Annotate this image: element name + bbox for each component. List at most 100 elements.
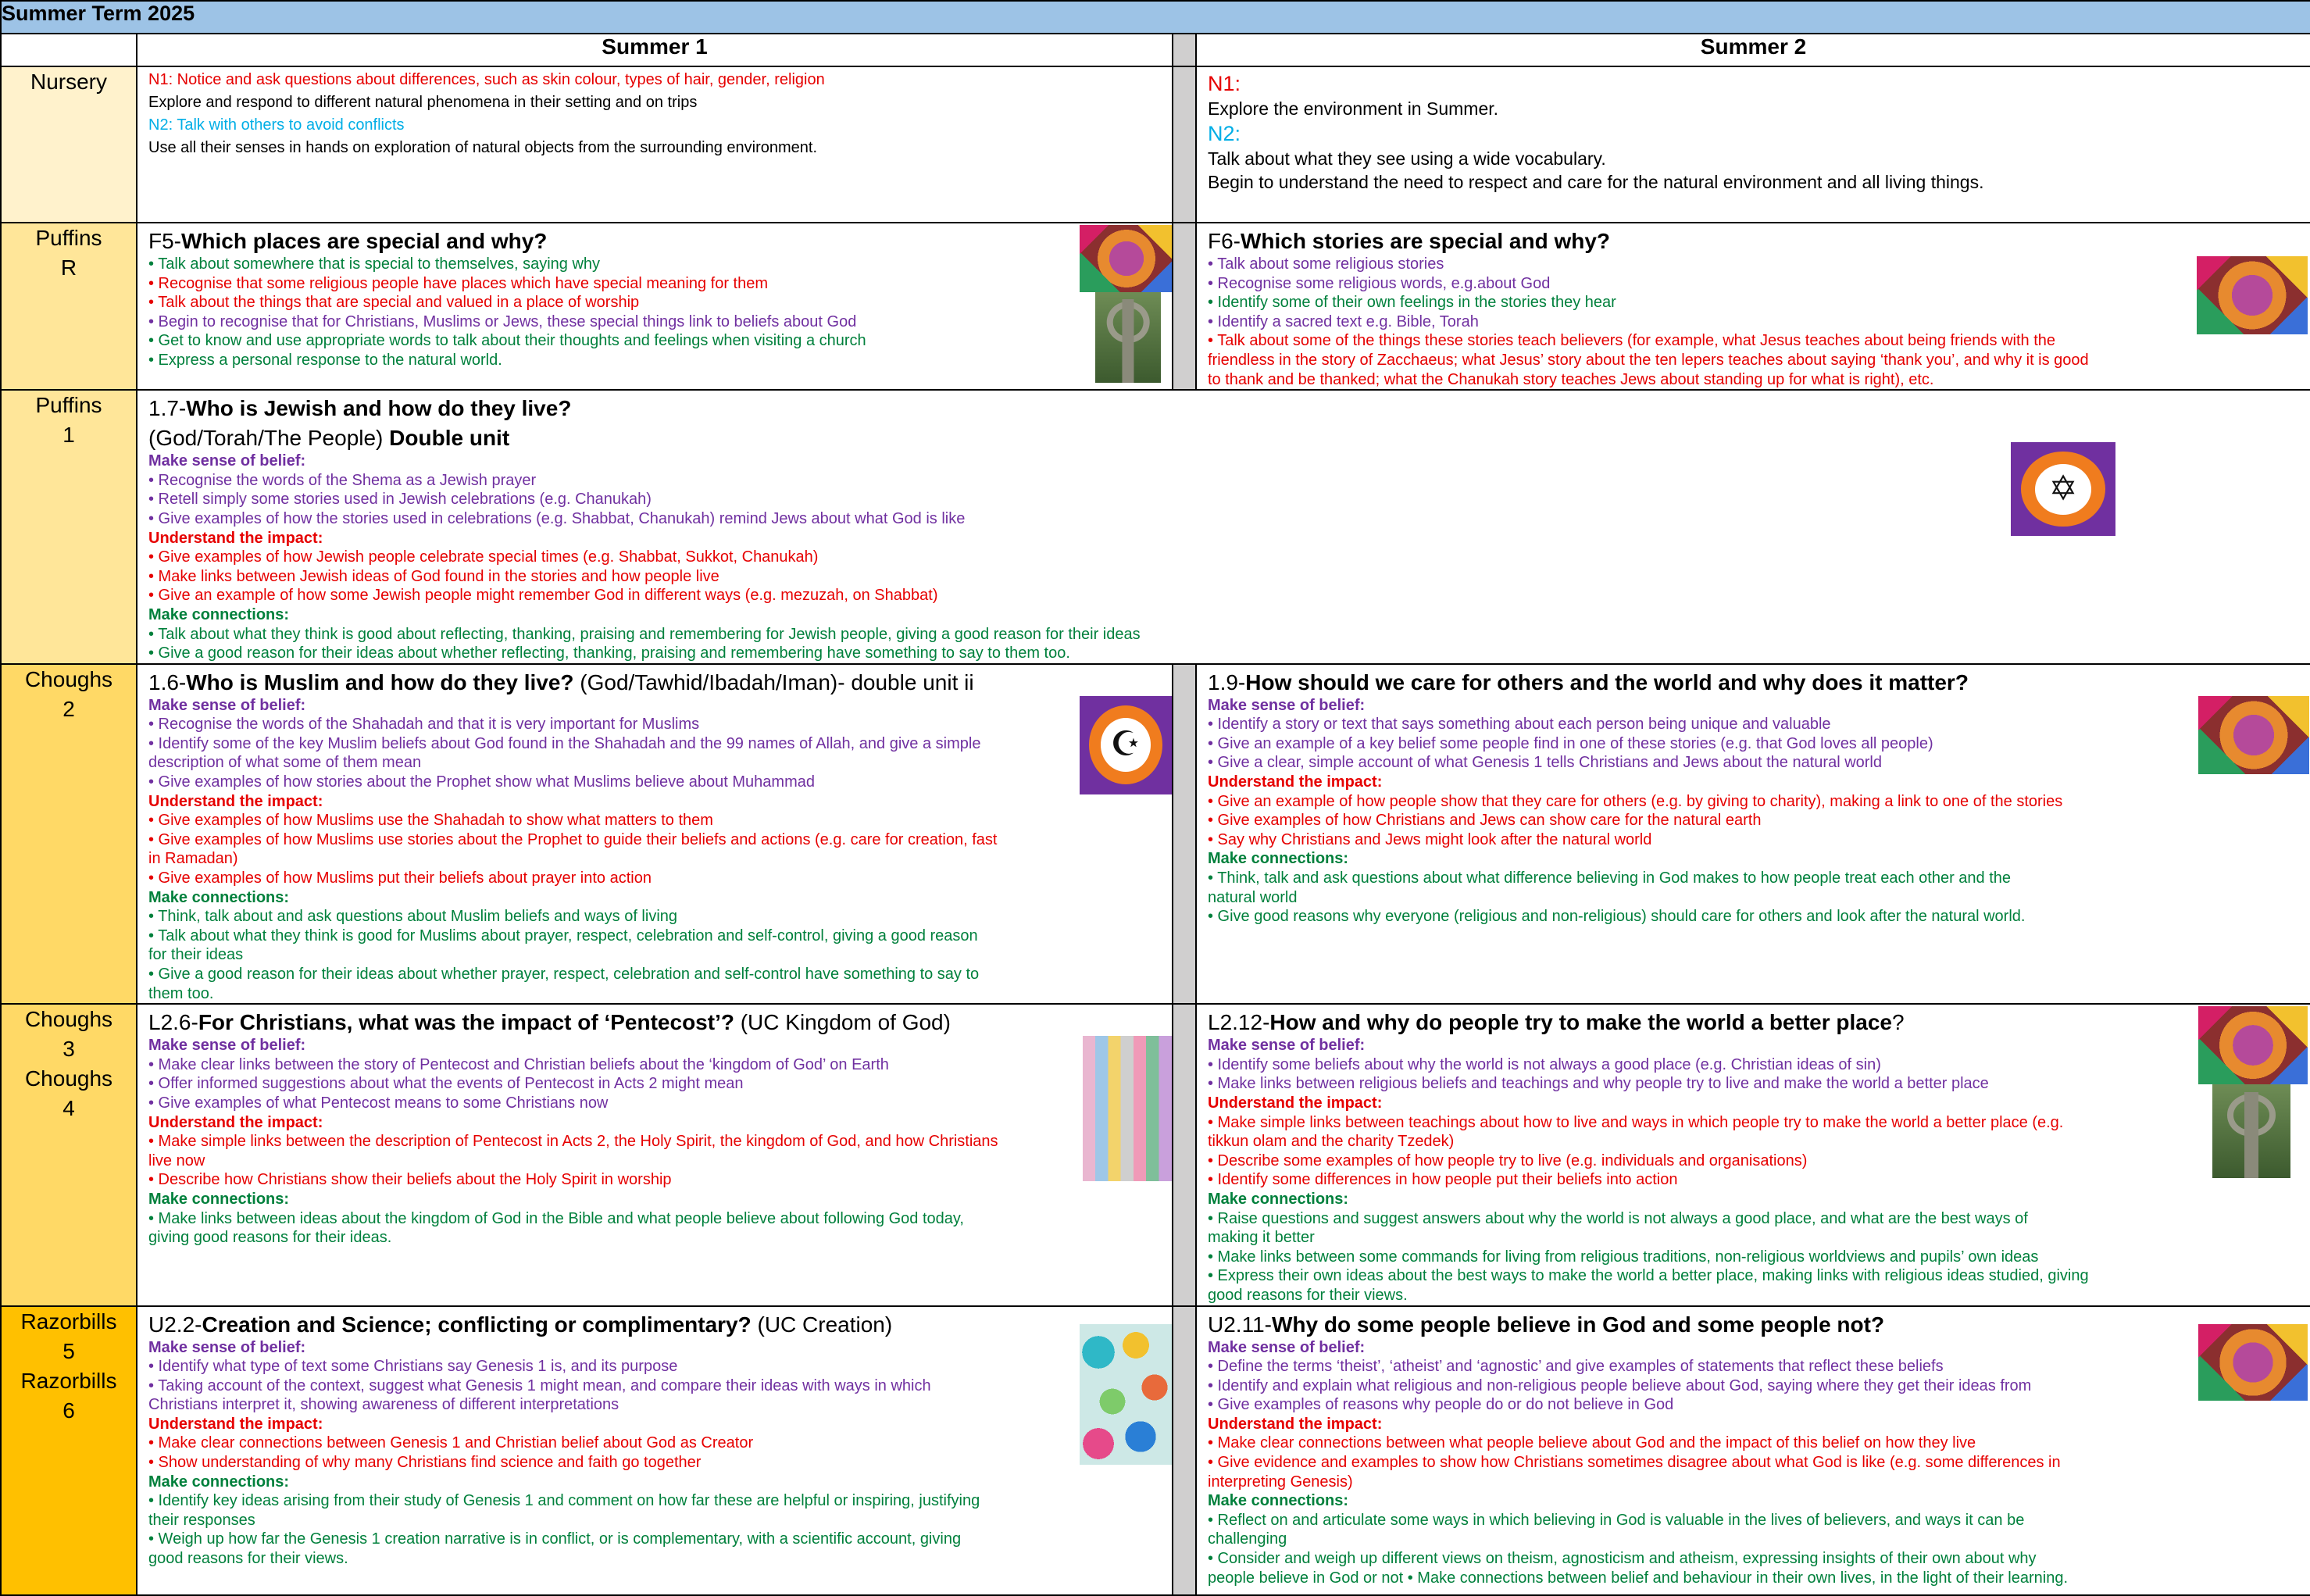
section-heading: Make sense of belief: <box>148 452 306 470</box>
unit-question: How and why do people try to make the wo… <box>1269 1010 1892 1035</box>
objective-line: • Recognise some religious words, e.g.ab… <box>1208 274 1551 292</box>
column-separator <box>1172 221 1197 391</box>
objective-line: making it better <box>1208 1229 1315 1247</box>
unit-question: How should we care for others and the wo… <box>1245 669 1969 694</box>
objective-line: • Give evidence and examples to show how… <box>1208 1454 2061 1472</box>
choughs-2-summer2-content: 1.9-How should we care for others and th… <box>1198 666 2309 927</box>
nursery-s2-n2: N2: <box>1208 122 1241 145</box>
nursery-s1-line: N2: Talk with others to avoid conflicts <box>148 116 405 134</box>
objective-line: • Make simple links between the descript… <box>148 1133 998 1151</box>
section-heading: Make connections: <box>1208 1190 1349 1208</box>
objective-line: • Talk about some of the things these st… <box>1208 332 2056 350</box>
row-razorbills-5-6: Razorbills 5 Razorbills 6 U2.2-Creation … <box>0 1305 2310 1596</box>
unit-subtitle: (UC Kingdom of God) <box>734 1010 951 1035</box>
objective-line: • Think, talk and ask questions about wh… <box>1208 869 2012 887</box>
objective-line: • Give an example of how people show tha… <box>1208 792 2063 810</box>
title-row: Summer Term 2025 <box>0 0 2310 34</box>
unit-title: L2.6-For Christians, what was the impact… <box>148 1009 1164 1036</box>
objective-line: • Talk about what they think is good for… <box>148 927 978 944</box>
badge-symbol: ☪ <box>1100 718 1151 772</box>
objective-line: • Identify a sacred text e.g. Bible, Tor… <box>1208 312 1479 330</box>
objective-line: • Identify what type of text some Christ… <box>148 1358 678 1376</box>
objective-line: • Give examples of how Muslims put their… <box>148 869 652 887</box>
puffins-1-unit: 1.7-Who is Jewish and how do they live? … <box>135 389 2310 665</box>
unit-question: Why do some people believe in God and so… <box>1271 1312 1885 1337</box>
row-puffins-1: Puffins 1 1.7-Who is Jewish and how do t… <box>0 389 2310 665</box>
objective-line: • Recognise that some religious people h… <box>148 274 769 292</box>
objective-line: good reasons for their views. <box>1208 1286 1408 1304</box>
column-separator <box>1172 33 1197 67</box>
unit-code: 1.6- <box>148 669 187 694</box>
unit-question: Creation and Science; conflicting or com… <box>202 1312 752 1337</box>
row-puffins-r: Puffins R F5-Which places are special an… <box>0 221 2310 391</box>
puffins-r-summer1-content: F5-Which places are special and why? • T… <box>138 224 1171 383</box>
section-heading: Make connections: <box>148 1190 290 1208</box>
puffins-r-summer1: F5-Which places are special and why? • T… <box>136 221 1173 391</box>
year-label-line: Nursery <box>30 70 107 94</box>
nursery-s1-line: Use all their senses in hands on explora… <box>148 139 818 156</box>
nursery-s2-line: Talk about what they see using a wide vo… <box>1208 148 1606 169</box>
nursery-s1-line: N1: Notice and ask questions about diffe… <box>148 71 825 88</box>
objective-line: • Taking account of the context, suggest… <box>148 1376 931 1394</box>
section-heading: Make sense of belief: <box>148 696 306 714</box>
column-separator <box>1172 1003 1197 1307</box>
objective-line: • Identify a story or text that says som… <box>1208 716 1831 734</box>
objective-line: • Give an example of a key belief some p… <box>1208 734 1933 752</box>
column-header-summer2: Summer 2 <box>1194 33 2310 67</box>
section-heading: Understand the impact: <box>148 1113 323 1131</box>
unit-subtitle: (God/Tawhid/Ibadah/Iman)- double unit ii <box>573 669 974 694</box>
curriculum-table: Summer Term 2025 Summer 1 Summer 2 Nurse… <box>0 0 2310 1596</box>
objective-line: • Define the terms ‘theist’, ‘atheist’ a… <box>1208 1358 1944 1376</box>
year-label-choughs-2: Choughs 2 <box>0 662 137 1005</box>
section-heading: Understand the impact: <box>1208 773 1383 791</box>
objective-line: live now <box>148 1151 205 1169</box>
objective-line: • Show understanding of why many Christi… <box>148 1454 702 1472</box>
objective-line: • Retell simply some stories used in Jew… <box>148 491 652 509</box>
objective-line: • Begin to recognise that for Christians… <box>148 312 857 330</box>
unit-code: L2.6- <box>148 1010 198 1035</box>
objective-line: • Give good reasons why everyone (religi… <box>1208 908 2026 926</box>
unit-code: U2.2- <box>148 1312 202 1337</box>
objective-line: • Offer informed suggestions about what … <box>148 1075 744 1093</box>
year-label-razorbills-5-6: Razorbills 5 Razorbills 6 <box>0 1305 137 1596</box>
year-label-line: 2 <box>62 696 75 721</box>
unit-subtitle-bold: Double unit <box>389 426 510 451</box>
year-label-line: R <box>60 255 77 280</box>
unit-code: F5- <box>148 229 181 253</box>
unit-question: Which stories are special and why? <box>1241 229 1611 253</box>
year-label-puffins-r: Puffins R <box>0 221 137 391</box>
column-separator <box>1172 1305 1197 1596</box>
year-label-line: Choughs <box>24 666 113 691</box>
star-of-david-icon: ✡ <box>2011 442 2115 537</box>
objective-line: giving good reasons for their ideas. <box>148 1229 392 1247</box>
section-heading: Make connections: <box>1208 850 1349 868</box>
objective-line: • Make simple links between teachings ab… <box>1208 1113 2064 1131</box>
row-nursery: Nursery N1: Notice and ask questions abo… <box>0 66 2310 223</box>
objective-line: • Give a clear, simple account of what G… <box>1208 754 1882 772</box>
year-label-line: 5 <box>62 1338 75 1363</box>
objective-line: • Talk about what they think is good abo… <box>148 625 1141 643</box>
creation-circles-image <box>1080 1323 1171 1465</box>
objective-line: • Express a personal response to the nat… <box>148 351 502 369</box>
nursery-summer1: N1: Notice and ask questions about diffe… <box>136 66 1173 223</box>
year-label-line: 6 <box>62 1398 75 1423</box>
section-heading: Understand the impact: <box>148 1415 323 1433</box>
choughs-2-summer1: 1.6-Who is Muslim and how do they live? … <box>136 662 1173 1005</box>
objective-line: • Give examples of how Muslims use the S… <box>148 812 713 830</box>
objective-line: • Give a good reason for their ideas abo… <box>148 644 1070 662</box>
unit-code: 1.7- <box>148 396 187 421</box>
puffins-r-summer2-content: F6-Which stories are special and why? • … <box>1198 224 2309 388</box>
section-heading: Make sense of belief: <box>148 1037 306 1055</box>
unit-title: 1.7-Who is Jewish and how do they live? <box>148 395 2302 422</box>
unit-code: U2.11- <box>1208 1312 1272 1337</box>
religions-collage-image <box>2198 1323 2308 1401</box>
objective-line: • Say why Christians and Jews might look… <box>1208 830 1652 848</box>
year-label-line: Puffins <box>35 393 102 418</box>
nursery-s2-line: Begin to understand the need to respect … <box>1208 172 1984 192</box>
badge-symbol: ✡ <box>2034 463 2092 515</box>
year-label-line: 3 <box>62 1037 75 1062</box>
objective-line: natural world <box>1208 888 1298 906</box>
objective-line: • Talk about somewhere that is special t… <box>148 255 601 273</box>
religions-collage-image <box>2198 1006 2308 1085</box>
objective-line: • Identify some beliefs about why the wo… <box>1208 1055 1881 1073</box>
